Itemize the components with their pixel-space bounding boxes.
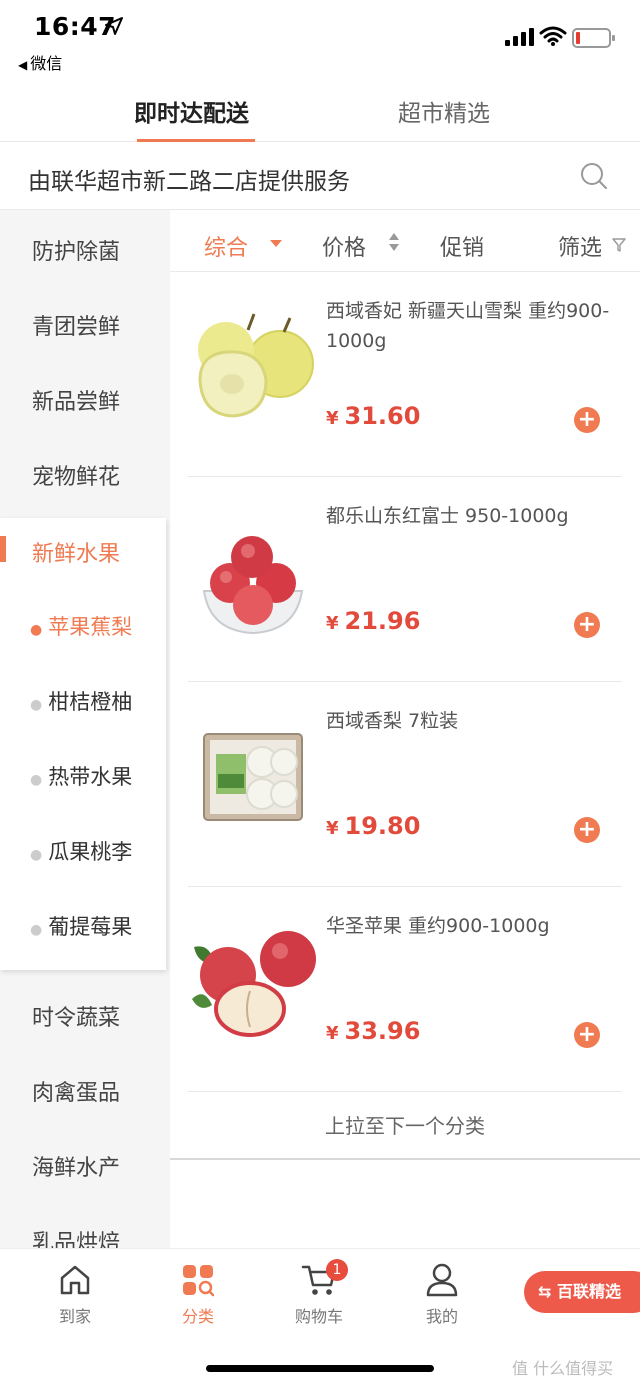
sidebar-item-pets-flowers[interactable]: 宠物鲜花 [32,459,120,491]
watermark-text: 什么值得买 [533,1359,614,1378]
product-price: ¥21.96 [326,607,420,635]
product-name: 华圣苹果 重约900-1000g [326,915,550,937]
filter-promo[interactable]: 促销 [440,230,484,262]
product-name: 西域香梨 7粒装 [326,710,459,732]
bailian-select-button[interactable]: ⇆ 百联精选 [524,1271,640,1313]
product-image-apples-bowl [202,536,304,635]
product-image-apples [192,931,316,1037]
add-to-cart-button[interactable]: + [574,612,600,638]
switch-arrows-icon: ⇆ [538,1282,552,1301]
tab-supermarket-select[interactable]: 超市精选 [398,94,490,128]
filter-price[interactable]: 价格 [322,230,366,262]
pull-to-next-category-hint: 上拉至下一个分类 [325,1114,485,1138]
product-card[interactable]: 华圣苹果 重约900-1000g ¥33.96 + [188,887,622,1092]
sidebar-subitem-tropical[interactable]: ● 热带水果 [30,761,132,791]
nav-category[interactable]: 分类 [153,1263,243,1327]
price-value: 31.60 [344,402,421,430]
status-bar: 16:47 ◀ 微信 [0,0,640,80]
currency-symbol: ¥ [326,408,339,429]
category-grid-icon [183,1265,215,1297]
product-card[interactable]: 西域香梨 7粒装 ¥19.80 + [188,682,622,887]
sort-arrows-icon [389,233,399,251]
product-price: ¥19.80 [326,812,420,840]
price-value: 33.96 [344,1017,421,1045]
back-to-app[interactable]: ◀ 微信 [18,50,62,74]
back-triangle-icon: ◀ [18,58,28,72]
signal-icon [505,28,534,46]
currency-symbol: ¥ [326,1023,339,1044]
sidebar-item-qingtuan[interactable]: 青团尝鲜 [32,309,120,341]
subitem-label: 柑桔橙柚 [48,690,133,714]
sidebar-item-vegetables[interactable]: 时令蔬菜 [32,1000,120,1032]
add-to-cart-button[interactable]: + [574,1022,600,1048]
sidebar-item-seafood[interactable]: 海鲜水产 [32,1150,120,1182]
back-app-label: 微信 [30,54,63,73]
currency-symbol: ¥ [326,613,339,634]
bullet-dot: ● [30,697,43,713]
sidebar-active-indicator [0,536,6,562]
filter-comprehensive[interactable]: 综合 [204,230,248,262]
filter-bar: 综合 价格 促销 筛选 [170,210,640,272]
subitem-label: 热带水果 [48,765,133,789]
sidebar-item-fresh-fruit[interactable]: 新鲜水果 [32,536,120,568]
location-arrow-icon [105,17,123,35]
tab-instant-delivery[interactable]: 即时达配送 [134,94,249,128]
nav-home-label: 到家 [58,1307,91,1326]
product-image-pear-box [203,733,303,821]
category-sidebar: 防护除菌 青团尝鲜 新品尝鲜 宠物鲜花 新鲜水果 ● 苹果蕉梨 ● 柑桔橙柚 ● 热带… [0,210,170,1256]
home-indicator[interactable] [206,1365,434,1372]
search-icon[interactable] [580,162,608,190]
subitem-label: 葡提莓果 [48,915,133,939]
sidebar-expanded-group: 新鲜水果 ● 苹果蕉梨 ● 柑桔橙柚 ● 热带水果 ● 瓜果桃李 ● 葡提莓果 [0,518,166,970]
price-value: 21.96 [344,607,421,635]
nav-category-label: 分类 [181,1307,214,1326]
funnel-icon [612,238,626,252]
filter-screen[interactable]: 筛选 [558,230,602,262]
nav-mine-label: 我的 [425,1307,458,1326]
product-card[interactable]: 都乐山东红富士 950-1000g ¥21.96 + [188,477,622,682]
sidebar-subitem-citrus[interactable]: ● 柑桔橙柚 [30,686,132,716]
sidebar-subitem-grape-berry[interactable]: ● 葡提莓果 [30,911,132,941]
currency-symbol: ¥ [326,818,339,839]
store-service-text: 由联华超市新二路二店提供服务 [28,169,350,195]
sidebar-subitem-melon-peach[interactable]: ● 瓜果桃李 [30,836,132,866]
watermark: 值 什么值得买 [512,1355,613,1379]
user-icon [426,1263,458,1297]
bullet-dot: ● [30,922,43,938]
nav-cart[interactable]: 1 购物车 [274,1259,364,1327]
bailian-select-label: 百联精选 [556,1282,621,1301]
caret-down-icon [270,240,282,247]
add-to-cart-button[interactable]: + [574,407,600,433]
product-name: 西域香妃 新疆天山雪梨 重约900-1000g [326,300,610,352]
product-price: ¥33.96 [326,1017,420,1045]
price-value: 19.80 [344,812,421,840]
bullet-dot: ● [30,622,43,638]
home-icon [60,1265,90,1295]
subitem-label: 苹果蕉梨 [48,615,133,639]
add-to-cart-button[interactable]: + [574,817,600,843]
subitem-label: 瓜果桃李 [48,840,133,864]
nav-cart-label: 购物车 [294,1307,343,1326]
store-bar: 由联华超市新二路二店提供服务 [0,142,640,210]
sidebar-item-meat-eggs[interactable]: 肉禽蛋品 [32,1075,120,1107]
nav-home[interactable]: 到家 [30,1263,120,1327]
sidebar-subitem-apple-banana-pear[interactable]: ● 苹果蕉梨 [30,611,132,641]
battery-icon [572,28,615,48]
bullet-dot: ● [30,772,43,788]
bullet-dot: ● [30,847,43,863]
watermark-logo-icon: 值 [512,1359,529,1378]
nav-mine[interactable]: 我的 [397,1263,487,1327]
top-tabs: 即时达配送 超市精选 [0,80,640,142]
product-image-pears [198,313,314,418]
cart-count-badge: 1 [326,1259,348,1281]
wifi-icon [539,26,567,46]
product-price: ¥31.60 [326,402,420,430]
divider [170,1158,640,1160]
product-card[interactable]: 西域香妃 新疆天山雪梨 重约900-1000g ¥31.60 + [188,272,622,477]
sidebar-item-new-products[interactable]: 新品尝鲜 [32,384,120,416]
bottom-nav: 到家 分类 1 购物车 我的 ⇆ 百联精选 值 什么值得买 [0,1248,640,1385]
sidebar-item-protection[interactable]: 防护除菌 [32,234,120,266]
product-name: 都乐山东红富士 950-1000g [326,505,569,527]
